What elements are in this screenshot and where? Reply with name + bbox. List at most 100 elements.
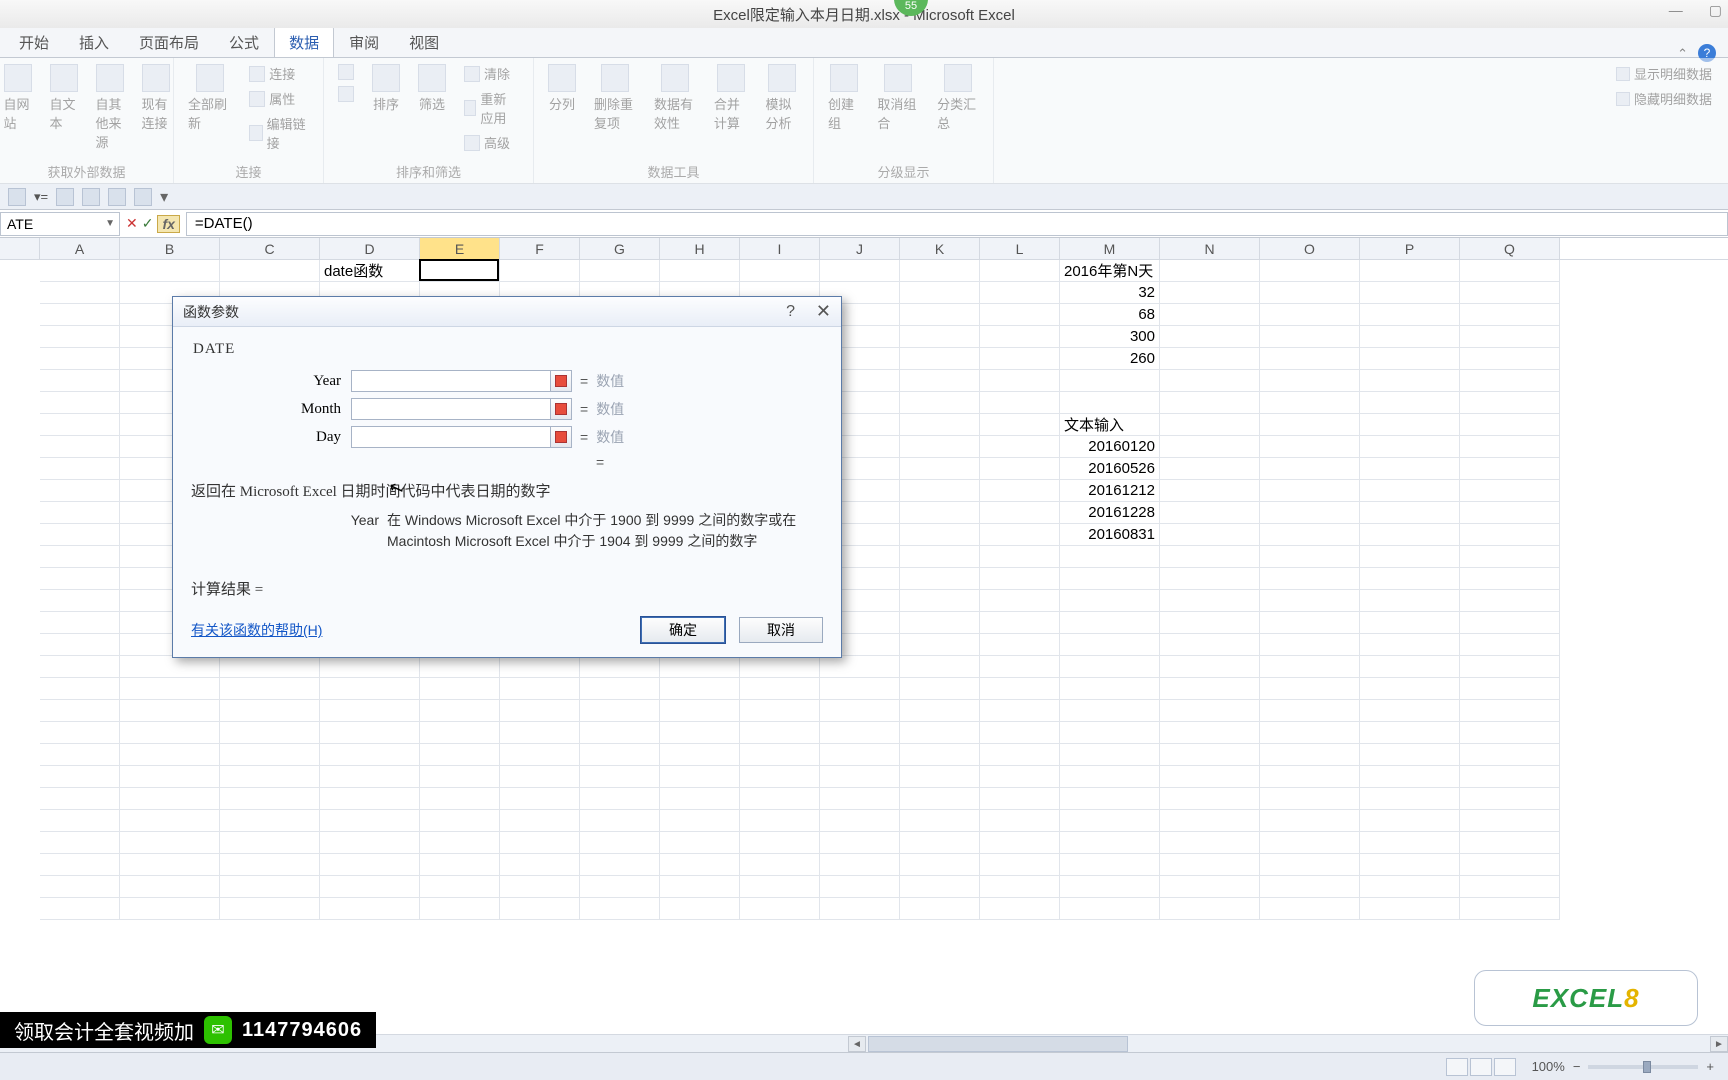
formula-input[interactable]: =DATE() — [186, 212, 1728, 236]
insert-function-icon[interactable]: fx — [157, 215, 179, 233]
show-detail-button[interactable]: 显示明细数据 — [1616, 64, 1712, 83]
active-cell[interactable] — [419, 259, 499, 281]
tab-formula[interactable]: 公式 — [214, 26, 274, 57]
dialog-close-icon[interactable]: ✕ — [816, 301, 831, 322]
sort-asc-qat[interactable] — [56, 188, 74, 206]
tab-layout[interactable]: 页面布局 — [124, 26, 214, 57]
cell-M5[interactable]: 260 — [1060, 348, 1160, 370]
existing-conn-button[interactable]: 现有连接 — [142, 64, 170, 132]
col-header-B[interactable]: B — [120, 238, 220, 259]
from-text-button[interactable]: 自文本 — [50, 64, 78, 132]
param-year-input[interactable] — [351, 370, 551, 392]
whatif-button[interactable]: 模拟分析 — [765, 64, 799, 132]
scroll-thumb[interactable] — [868, 1036, 1128, 1052]
sort-desc-button[interactable] — [338, 86, 354, 102]
maximize-button[interactable]: ▢ — [1709, 2, 1722, 19]
tab-review[interactable]: 审阅 — [334, 26, 394, 57]
dialog-title-bar[interactable]: 函数参数 ? ✕ — [173, 297, 841, 327]
group-button[interactable]: 创建组 — [828, 64, 859, 132]
name-box-dropdown-icon[interactable]: ▼ — [105, 218, 115, 229]
col-header-G[interactable]: G — [580, 238, 660, 259]
col-header-D[interactable]: D — [320, 238, 420, 259]
cell-M11[interactable]: 20161212 — [1060, 480, 1160, 502]
param-month-ref-button[interactable] — [550, 398, 572, 420]
text-to-cols-button[interactable]: 分列 — [548, 64, 576, 113]
col-header-I[interactable]: I — [740, 238, 820, 259]
filter-button[interactable]: 筛选 — [418, 64, 446, 113]
ok-button[interactable]: 确定 — [641, 617, 725, 643]
edit-links-button[interactable]: 编辑链接 — [249, 114, 309, 152]
cell-M12[interactable]: 20161228 — [1060, 502, 1160, 524]
param-day-input[interactable] — [351, 426, 551, 448]
sort-button[interactable]: 排序 — [372, 64, 400, 113]
cell-M9[interactable]: 20160120 — [1060, 436, 1160, 458]
param-year-ref-button[interactable] — [550, 370, 572, 392]
page-break-view-button[interactable] — [1494, 1058, 1516, 1076]
zoom-level[interactable]: 100% — [1532, 1059, 1565, 1074]
cell-M3[interactable]: 68 — [1060, 304, 1160, 326]
col-header-O[interactable]: O — [1260, 238, 1360, 259]
select-all-corner[interactable] — [0, 238, 40, 259]
qat-icon-5[interactable] — [134, 188, 152, 206]
clear-button[interactable]: 清除 — [464, 64, 510, 83]
minimize-button[interactable]: — — [1669, 2, 1683, 19]
zoom-in-button[interactable]: + — [1706, 1059, 1714, 1074]
from-other-button[interactable]: 自其他来源 — [96, 64, 124, 151]
tab-data[interactable]: 数据 — [274, 26, 334, 57]
sort-asc-button[interactable] — [338, 64, 354, 80]
reapply-button[interactable]: 重新应用 — [464, 89, 519, 127]
zoom-out-button[interactable]: − — [1573, 1059, 1581, 1074]
subtotal-button[interactable]: 分类汇总 — [937, 64, 979, 132]
cell-M4[interactable]: 300 — [1060, 326, 1160, 348]
col-header-J[interactable]: J — [820, 238, 900, 259]
zoom-slider[interactable] — [1588, 1065, 1698, 1069]
tab-view[interactable]: 视图 — [394, 26, 454, 57]
col-header-H[interactable]: H — [660, 238, 740, 259]
properties-button[interactable]: 属性 — [249, 89, 295, 108]
data-valid-button[interactable]: 数据有效性 — [654, 64, 696, 132]
function-help-link[interactable]: 有关该函数的帮助(H) — [191, 620, 322, 640]
ungroup-button[interactable]: 取消组合 — [877, 64, 919, 132]
name-box[interactable]: ATE ▼ — [0, 212, 120, 236]
col-header-L[interactable]: L — [980, 238, 1060, 259]
from-web-button[interactable]: 自网站 — [4, 64, 32, 132]
tab-insert[interactable]: 插入 — [64, 26, 124, 57]
col-header-P[interactable]: P — [1360, 238, 1460, 259]
advanced-button[interactable]: 高级 — [464, 133, 510, 152]
cell-M13[interactable]: 20160831 — [1060, 524, 1160, 546]
consolidate-button[interactable]: 合并计算 — [714, 64, 748, 132]
page-layout-view-button[interactable] — [1470, 1058, 1492, 1076]
cell-M10[interactable]: 20160526 — [1060, 458, 1160, 480]
col-header-F[interactable]: F — [500, 238, 580, 259]
enter-formula-icon[interactable]: ✓ — [142, 215, 154, 232]
hide-detail-button[interactable]: 隐藏明细数据 — [1616, 89, 1712, 108]
scroll-right-icon[interactable]: ► — [1710, 1036, 1728, 1052]
cancel-formula-icon[interactable]: ✕ — [126, 215, 138, 232]
col-header-Q[interactable]: Q — [1460, 238, 1560, 259]
connections-button[interactable]: 连接 — [249, 64, 295, 83]
cell-M2[interactable]: 32 — [1060, 282, 1160, 304]
refresh-all-button[interactable]: 全部刷新 — [188, 64, 231, 132]
col-header-N[interactable]: N — [1160, 238, 1260, 259]
cancel-button[interactable]: 取消 — [739, 617, 823, 643]
zoom-control: 100% − + — [1532, 1059, 1714, 1074]
qat-icon[interactable] — [8, 188, 26, 206]
col-header-M[interactable]: M — [1060, 238, 1160, 259]
sort-desc-qat[interactable] — [82, 188, 100, 206]
qat-dropdown-icon[interactable]: ▾ — [160, 187, 168, 207]
param-day-ref-button[interactable] — [550, 426, 572, 448]
param-month-input[interactable] — [351, 398, 551, 420]
col-header-C[interactable]: C — [220, 238, 320, 259]
dialog-help-icon[interactable]: ? — [786, 303, 795, 321]
col-header-A[interactable]: A — [40, 238, 120, 259]
col-header-K[interactable]: K — [900, 238, 980, 259]
qat-icon-4[interactable] — [108, 188, 126, 206]
col-header-E[interactable]: E — [420, 238, 500, 259]
remove-dup-button[interactable]: 删除重复项 — [594, 64, 636, 132]
cell-D1[interactable]: date函数 — [320, 260, 420, 282]
cell-M8[interactable]: 文本输入 — [1060, 414, 1160, 436]
scroll-left-icon[interactable]: ◄ — [848, 1036, 866, 1052]
normal-view-button[interactable] — [1446, 1058, 1468, 1076]
cell-M1[interactable]: 2016年第N天 — [1060, 260, 1160, 282]
tab-home[interactable]: 开始 — [4, 26, 64, 57]
